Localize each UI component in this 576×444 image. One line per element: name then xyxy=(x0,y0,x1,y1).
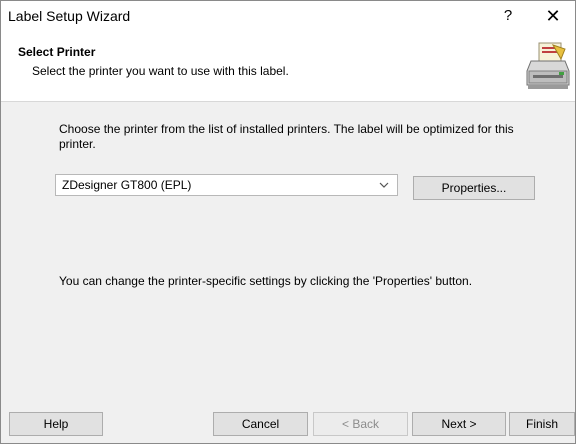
help-icon[interactable]: ? xyxy=(497,6,519,26)
instructions-text: Choose the printer from the list of inst… xyxy=(59,122,514,151)
page-title: Select Printer xyxy=(18,45,96,59)
printer-icon xyxy=(526,42,570,89)
wizard-header: Select Printer Select the printer you wa… xyxy=(1,31,575,102)
help-button[interactable]: Help xyxy=(9,412,103,436)
finish-button[interactable]: Finish xyxy=(509,412,575,436)
window-title: Label Setup Wizard xyxy=(8,8,131,24)
properties-hint-text: You can change the printer-specific sett… xyxy=(59,274,473,288)
page-subtitle: Select the printer you want to use with … xyxy=(32,64,289,78)
cancel-button[interactable]: Cancel xyxy=(213,412,308,436)
label-setup-wizard-dialog: Label Setup Wizard ? ✕ Select Printer Se… xyxy=(0,0,576,444)
chevron-down-icon xyxy=(379,182,389,188)
printer-select-value: ZDesigner GT800 (EPL) xyxy=(62,178,192,192)
back-button[interactable]: < Back xyxy=(313,412,408,436)
printer-select[interactable]: ZDesigner GT800 (EPL) xyxy=(55,174,398,196)
properties-button[interactable]: Properties... xyxy=(413,176,535,200)
close-icon[interactable]: ✕ xyxy=(541,5,565,27)
next-button[interactable]: Next > xyxy=(412,412,506,436)
title-bar: Label Setup Wizard ? ✕ xyxy=(1,1,575,31)
